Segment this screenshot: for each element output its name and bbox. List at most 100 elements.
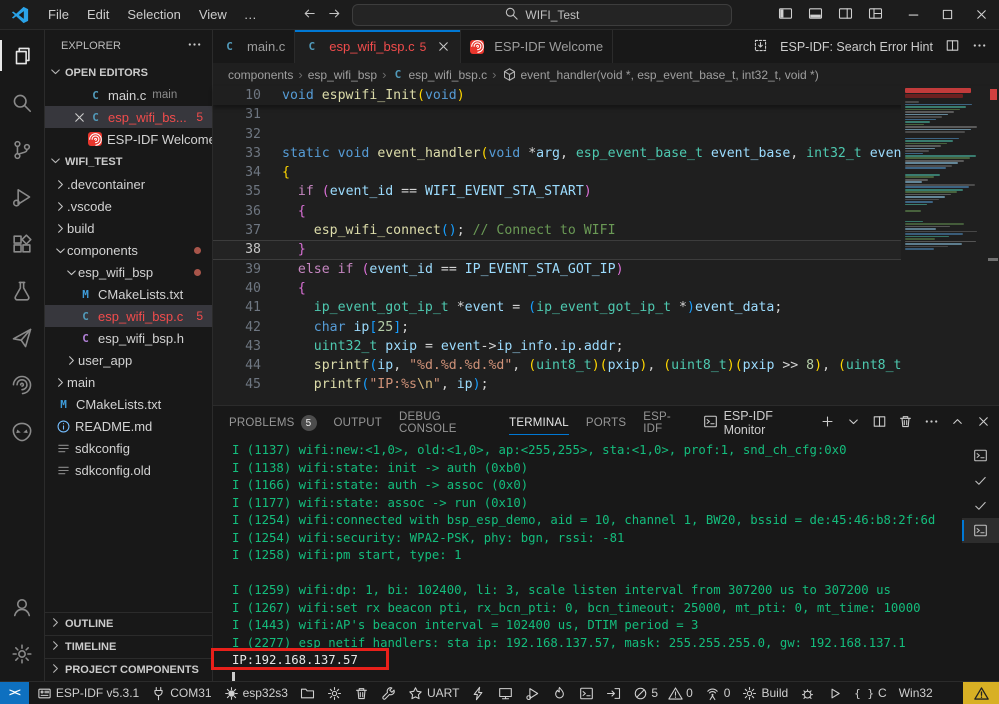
toggle-sidebar[interactable] bbox=[778, 6, 793, 24]
menu-edit[interactable]: Edit bbox=[78, 0, 118, 29]
minimize-button[interactable] bbox=[897, 0, 931, 29]
toggle-secondary-sidebar[interactable] bbox=[838, 6, 853, 24]
editor-tab-esp-wifi-bsp-c[interactable]: Cesp_wifi_bsp.c5 bbox=[295, 30, 461, 63]
tree-item--devcontainer[interactable]: .devcontainer bbox=[45, 173, 212, 195]
code-line-43[interactable]: 43 uint32_t pxip = event->ip_info.ip.add… bbox=[213, 337, 999, 356]
status-device-target[interactable]: esp32s3 bbox=[218, 682, 294, 704]
status-monitor-device[interactable] bbox=[492, 682, 519, 704]
code-line-33[interactable]: 33static void event_handler(void *arg, e… bbox=[213, 144, 999, 163]
status-full-clean[interactable] bbox=[348, 682, 375, 704]
activity-search[interactable] bbox=[0, 79, 44, 126]
close-button[interactable] bbox=[965, 0, 999, 29]
code-line-40[interactable]: 40 { bbox=[213, 279, 999, 298]
editor-tab-main-c[interactable]: Cmain.c bbox=[213, 30, 295, 63]
activity-settings[interactable] bbox=[0, 630, 44, 677]
close-tab-icon[interactable] bbox=[436, 39, 451, 54]
activity-source-control[interactable] bbox=[0, 126, 44, 173]
sticky-scroll-line[interactable]: 10void espwifi_Init(void) bbox=[213, 86, 999, 105]
explorer-actions-icon[interactable] bbox=[187, 37, 202, 55]
tree-item-components[interactable]: components bbox=[45, 239, 212, 261]
tree-item-esp-wifi-bsp-h[interactable]: Cesp_wifi_bsp.h bbox=[45, 327, 212, 349]
status-warning-notification[interactable] bbox=[963, 682, 999, 704]
activity-paper-plane[interactable] bbox=[0, 314, 44, 361]
back-button[interactable] bbox=[302, 6, 317, 24]
project-root-header[interactable]: WIFI_TEST bbox=[45, 150, 212, 173]
code-line-45[interactable]: 45 printf("IP:%s\n", ip); bbox=[213, 375, 999, 394]
install-icon[interactable] bbox=[753, 38, 768, 56]
panel-tab-ports[interactable]: PORTS bbox=[586, 406, 626, 440]
menu-overflow[interactable]: … bbox=[236, 7, 266, 22]
breadcrumb-item[interactable]: components bbox=[228, 68, 293, 82]
tree-item-user-app[interactable]: user_app bbox=[45, 349, 212, 371]
code-line-38[interactable]: 38 } bbox=[213, 240, 999, 259]
kill-terminal-icon[interactable] bbox=[898, 414, 913, 432]
status-flash-method[interactable] bbox=[294, 682, 321, 704]
status-problems[interactable]: 50 bbox=[627, 682, 698, 704]
code-line-10[interactable]: 10void espwifi_Init(void) bbox=[213, 86, 999, 105]
status-bug-task[interactable] bbox=[794, 682, 821, 704]
tree-item-esp-wifi-bsp-c[interactable]: Cesp_wifi_bsp.c5 bbox=[45, 305, 212, 327]
terminal-dropdown-icon[interactable] bbox=[846, 414, 861, 432]
status-idf-tools[interactable] bbox=[375, 682, 402, 704]
breadcrumb-item[interactable]: Cesp_wifi_bsp.c bbox=[391, 68, 487, 82]
tree-item-esp-wifi-bsp[interactable]: esp_wifi_bsp bbox=[45, 261, 212, 283]
status-ports[interactable]: 0 bbox=[699, 682, 737, 704]
status-flash-mode[interactable]: UART bbox=[402, 682, 465, 704]
status-build-task[interactable]: Build bbox=[736, 682, 794, 704]
tree-item-sdkconfig-old[interactable]: sdkconfig.old bbox=[45, 459, 212, 481]
code-line-32[interactable]: 32 bbox=[213, 125, 999, 144]
menu-file[interactable]: File bbox=[39, 0, 78, 29]
forward-button[interactable] bbox=[327, 6, 342, 24]
activity-platformio[interactable] bbox=[0, 408, 44, 455]
panel-tab-terminal[interactable]: TERMINAL bbox=[509, 406, 569, 440]
terminal-tab-check[interactable] bbox=[962, 493, 999, 518]
tree-item-sdkconfig[interactable]: sdkconfig bbox=[45, 437, 212, 459]
activity-testing[interactable] bbox=[0, 267, 44, 314]
terminal-output[interactable]: I (1137) wifi:new:<1,0>, old:<1,0>, ap:<… bbox=[213, 440, 962, 681]
tree-item-readme-md[interactable]: README.md bbox=[45, 415, 212, 437]
toggle-panel[interactable] bbox=[808, 6, 823, 24]
terminal-tab-terminal[interactable] bbox=[962, 518, 999, 543]
status-idf-terminal[interactable] bbox=[573, 682, 600, 704]
section-timeline[interactable]: TIMELINE bbox=[45, 635, 212, 658]
new-terminal-icon[interactable] bbox=[820, 414, 835, 432]
customize-layout[interactable] bbox=[868, 6, 883, 24]
panel-tab-output[interactable]: OUTPUT bbox=[334, 406, 382, 440]
menu-selection[interactable]: Selection bbox=[118, 0, 189, 29]
status-build-flash-monitor[interactable] bbox=[546, 682, 573, 704]
maximize-panel-icon[interactable] bbox=[950, 414, 965, 432]
activity-accounts[interactable] bbox=[0, 583, 44, 630]
panel-tab-problems[interactable]: PROBLEMS5 bbox=[229, 406, 317, 440]
status-espidf-version[interactable]: ESP-IDF v5.3.1 bbox=[31, 682, 145, 704]
section-outline[interactable]: OUTLINE bbox=[45, 612, 212, 635]
code-line-41[interactable]: 41 ip_event_got_ip_t *event = (ip_event_… bbox=[213, 298, 999, 317]
code-line-34[interactable]: 34{ bbox=[213, 163, 999, 182]
status-sdk-configuration[interactable] bbox=[321, 682, 348, 704]
panel-tab-debug-console[interactable]: DEBUG CONSOLE bbox=[399, 406, 492, 440]
terminal-tab-check[interactable] bbox=[962, 468, 999, 493]
close-panel-icon[interactable] bbox=[976, 414, 991, 432]
more-actions-icon[interactable] bbox=[972, 38, 987, 56]
terminal-tab-terminal[interactable] bbox=[962, 443, 999, 468]
status-language-mode[interactable]: { }C bbox=[848, 682, 893, 704]
tree-item-cmakelists-txt[interactable]: MCMakeLists.txt bbox=[45, 393, 212, 415]
overview-ruler[interactable] bbox=[985, 86, 999, 405]
open-editors-header[interactable]: OPEN EDITORS bbox=[45, 61, 212, 84]
status-serial-port[interactable]: COM31 bbox=[145, 682, 217, 704]
search-error-hint-action[interactable]: ESP-IDF: Search Error Hint bbox=[780, 40, 933, 54]
panel-more-icon[interactable] bbox=[924, 414, 939, 432]
activity-run-and-debug[interactable] bbox=[0, 173, 44, 220]
minimap[interactable] bbox=[901, 86, 985, 405]
tree-item-cmakelists-txt[interactable]: MCMakeLists.txt bbox=[45, 283, 212, 305]
section-project-components[interactable]: PROJECT COMPONENTS bbox=[45, 658, 212, 681]
open-editor-item[interactable]: ESP-IDF Welcome bbox=[45, 128, 212, 150]
status-custom-task[interactable] bbox=[600, 682, 627, 704]
code-line-42[interactable]: 42 char ip[25]; bbox=[213, 318, 999, 337]
split-terminal-icon[interactable] bbox=[872, 414, 887, 432]
status-run[interactable] bbox=[821, 682, 848, 704]
code-line-39[interactable]: 39 else if (event_id == IP_EVENT_STA_GOT… bbox=[213, 260, 999, 279]
activity-esp-idf-explorer[interactable] bbox=[0, 361, 44, 408]
code-line-31[interactable]: 31 bbox=[213, 105, 999, 124]
open-editor-item[interactable]: Cmain.cmain bbox=[45, 84, 212, 106]
split-editor-icon[interactable] bbox=[945, 38, 960, 56]
